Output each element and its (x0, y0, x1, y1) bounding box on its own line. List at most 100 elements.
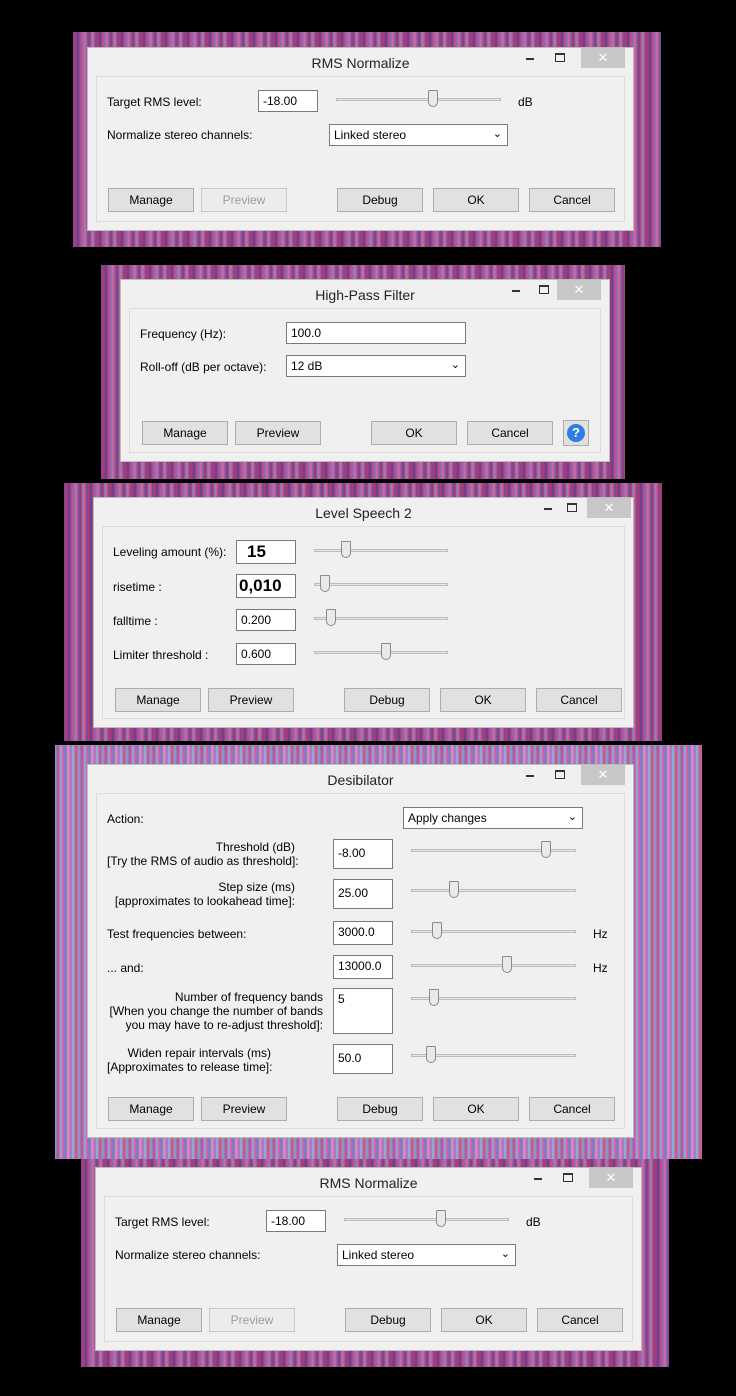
rolloff-select[interactable]: 12 dB ⌄ (286, 355, 466, 377)
help-button[interactable]: ? (563, 420, 589, 446)
maximize-button[interactable] (559, 498, 585, 518)
frequency-bands-input[interactable]: 5 (333, 988, 393, 1034)
slider-thumb[interactable] (341, 541, 352, 558)
threshold-input[interactable]: -8.00 (333, 839, 393, 869)
minimize-button[interactable] (517, 48, 543, 68)
preview-button[interactable]: Preview (235, 421, 321, 445)
close-button[interactable]: ✕ (587, 498, 631, 518)
minimize-button[interactable] (535, 498, 561, 518)
minimize-button[interactable] (503, 280, 529, 300)
close-button[interactable]: ✕ (581, 48, 625, 68)
maximize-button[interactable] (555, 1168, 581, 1188)
test-frequencies-slider[interactable] (411, 922, 576, 942)
chevron-down-icon: ⌄ (567, 811, 577, 823)
slider-thumb[interactable] (436, 1210, 447, 1227)
slider-thumb[interactable] (429, 989, 440, 1006)
manage-button[interactable]: Manage (115, 688, 201, 712)
rolloff-select-value: 12 dB (291, 359, 323, 373)
ok-button[interactable]: OK (433, 188, 519, 212)
cancel-button[interactable]: Cancel (529, 1097, 615, 1121)
threshold-slider[interactable] (411, 841, 576, 861)
step-size-input[interactable]: 25.00 (333, 879, 393, 909)
test-frequencies-input[interactable]: 3000.0 (333, 921, 393, 945)
target-rms-label: Target RMS level: (115, 1215, 210, 1229)
limiter-threshold-slider[interactable] (314, 643, 448, 663)
close-button[interactable]: ✕ (581, 765, 625, 785)
maximize-button[interactable] (547, 765, 573, 785)
slider-thumb[interactable] (432, 922, 443, 939)
cancel-button[interactable]: Cancel (529, 188, 615, 212)
falltime-slider[interactable] (314, 609, 448, 629)
cancel-button[interactable]: Cancel (467, 421, 553, 445)
frequency-bands-slider[interactable] (411, 989, 576, 1009)
limiter-threshold-input[interactable]: 0.600 (236, 643, 296, 665)
slider-thumb[interactable] (541, 841, 552, 858)
action-select[interactable]: Apply changes ⌄ (403, 807, 583, 829)
stereo-select-value: Linked stereo (334, 128, 407, 142)
slider-thumb[interactable] (501, 956, 512, 973)
preview-button[interactable]: Preview (208, 688, 294, 712)
ok-button[interactable]: OK (441, 1308, 527, 1332)
risetime-input[interactable]: 0,010 (236, 574, 296, 598)
preview-button[interactable]: Preview (201, 1097, 287, 1121)
frequency-input[interactable]: 100.0 (286, 322, 466, 344)
and-slider[interactable] (411, 956, 576, 976)
threshold-label-line-1: Threshold (dB) (215, 840, 295, 854)
falltime-input[interactable]: 0.200 (236, 609, 296, 631)
debug-button[interactable]: Debug (345, 1308, 431, 1332)
stereo-select[interactable]: Linked stereo ⌄ (329, 124, 508, 146)
title-bar: RMS Normalize ✕ (96, 1168, 641, 1196)
target-rms-unit: dB (518, 95, 533, 109)
and-unit: Hz (593, 961, 608, 975)
manage-button[interactable]: Manage (108, 1097, 194, 1121)
maximize-button[interactable] (531, 280, 557, 300)
preview-button[interactable]: Preview (209, 1308, 295, 1332)
close-button[interactable]: ✕ (589, 1168, 633, 1188)
ok-button[interactable]: OK (371, 421, 457, 445)
target-rms-unit: dB (526, 1215, 541, 1229)
frequency-bands-label: Number of frequency bands [When you chan… (107, 990, 323, 1032)
debug-button[interactable]: Debug (344, 688, 430, 712)
ok-button[interactable]: OK (440, 688, 526, 712)
stereo-select[interactable]: Linked stereo ⌄ (337, 1244, 516, 1266)
slider-track (411, 849, 576, 852)
manage-button[interactable]: Manage (142, 421, 228, 445)
leveling-amount-input[interactable]: 15 (236, 540, 296, 564)
slider-thumb[interactable] (425, 1046, 436, 1063)
widen-repair-slider[interactable] (411, 1046, 576, 1066)
slider-track (314, 583, 448, 586)
target-rms-slider[interactable] (336, 90, 501, 110)
cancel-button[interactable]: Cancel (536, 688, 622, 712)
close-button[interactable]: ✕ (557, 280, 601, 300)
slider-thumb[interactable] (326, 609, 337, 626)
target-rms-input[interactable]: -18.00 (258, 90, 318, 112)
preview-button[interactable]: Preview (201, 188, 287, 212)
manage-button[interactable]: Manage (108, 188, 194, 212)
level-speech-dialog: Level Speech 2 ✕ Leveling amount (%): 15… (93, 497, 634, 728)
ok-button[interactable]: OK (433, 1097, 519, 1121)
minimize-button[interactable] (517, 765, 543, 785)
action-label: Action: (107, 812, 144, 826)
slider-thumb[interactable] (428, 90, 439, 107)
rms-normalize-dialog: RMS Normalize ✕ Target RMS level: -18.00… (95, 1167, 642, 1351)
debug-button[interactable]: Debug (337, 188, 423, 212)
risetime-slider[interactable] (314, 575, 448, 595)
cancel-button[interactable]: Cancel (537, 1308, 623, 1332)
and-input[interactable]: 13000.0 (333, 955, 393, 979)
maximize-button[interactable] (547, 48, 573, 68)
manage-button[interactable]: Manage (116, 1308, 202, 1332)
leveling-amount-slider[interactable] (314, 541, 448, 561)
minimize-button[interactable] (525, 1168, 551, 1188)
slider-thumb[interactable] (319, 575, 330, 592)
slider-thumb[interactable] (448, 881, 459, 898)
widen-repair-input[interactable]: 50.0 (333, 1044, 393, 1074)
step-size-slider[interactable] (411, 881, 576, 901)
target-rms-input[interactable]: -18.00 (266, 1210, 326, 1232)
slider-thumb[interactable] (381, 643, 392, 660)
stereo-label: Normalize stereo channels: (115, 1248, 261, 1262)
and-label: ... and: (107, 961, 144, 975)
debug-button[interactable]: Debug (337, 1097, 423, 1121)
chevron-down-icon: ⌄ (492, 128, 502, 140)
target-rms-slider[interactable] (344, 1210, 509, 1230)
dialog-body: Target RMS level: -18.00 dB Normalize st… (104, 1196, 633, 1342)
